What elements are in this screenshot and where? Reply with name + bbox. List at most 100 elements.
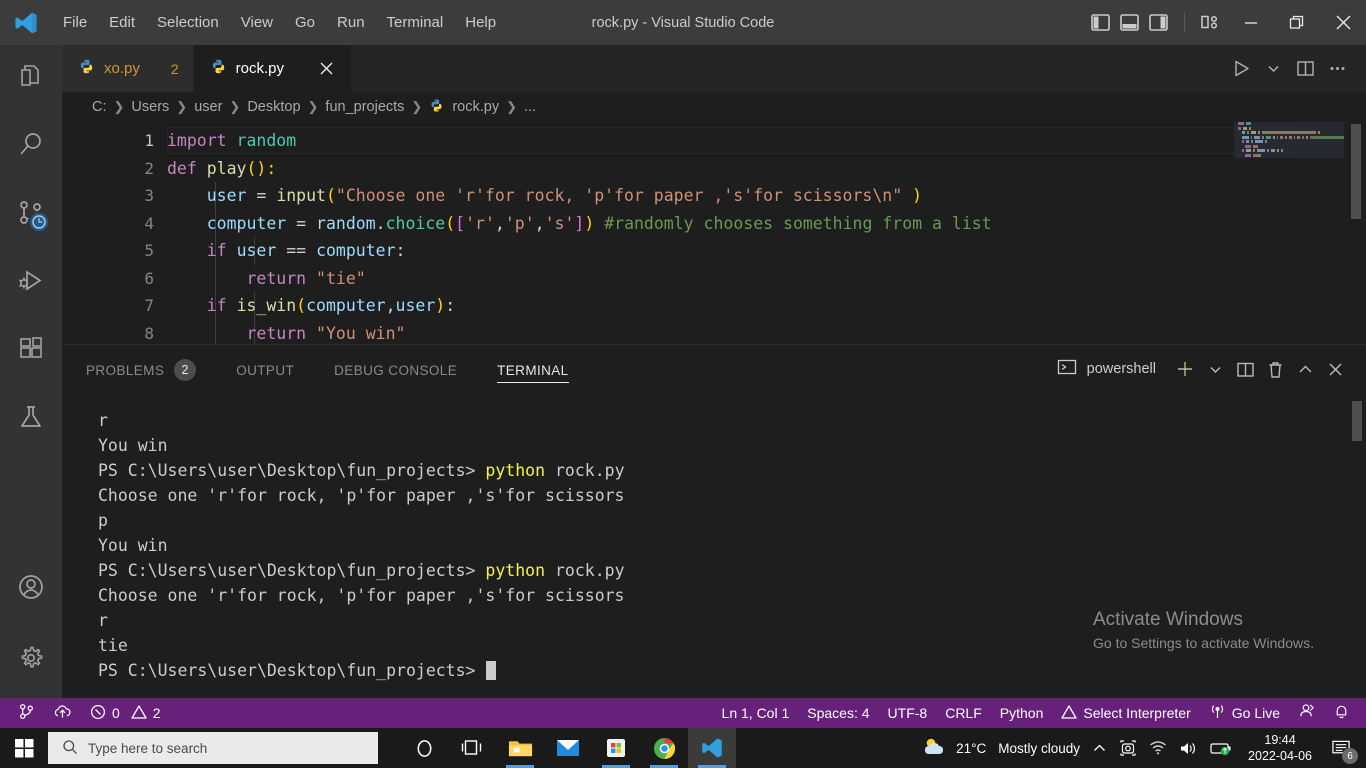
status-language-mode[interactable]: Python	[991, 698, 1053, 728]
start-button[interactable]	[0, 728, 48, 768]
weather-widget[interactable]: 21°C Mostly cloudy	[916, 728, 1086, 768]
cortana-icon[interactable]	[400, 728, 448, 768]
toggle-panel-icon[interactable]	[1118, 12, 1140, 34]
task-view-icon[interactable]	[448, 728, 496, 768]
chrome-icon[interactable]	[640, 728, 688, 768]
more-actions-icon[interactable]	[1322, 54, 1352, 84]
close-panel-icon[interactable]	[1320, 354, 1350, 384]
restore-button[interactable]	[1274, 0, 1320, 45]
menu-view[interactable]: View	[230, 9, 284, 37]
breadcrumb-item[interactable]: C:	[90, 99, 109, 115]
code-line[interactable]: 1 import random	[62, 127, 1366, 155]
show-hidden-icons[interactable]	[1086, 728, 1113, 768]
panel-tab-problems[interactable]: PROBLEMS 2	[86, 345, 197, 393]
minimap-slider[interactable]	[1234, 122, 1344, 158]
taskbar-search-input[interactable]: Type here to search	[48, 732, 378, 764]
search-placeholder: Type here to search	[88, 740, 208, 756]
split-editor-icon[interactable]	[1290, 54, 1320, 84]
toggle-primary-sidebar-icon[interactable]	[1089, 12, 1111, 34]
new-terminal-dropdown-icon[interactable]	[1200, 354, 1230, 384]
notification-center-icon[interactable]: 6	[1322, 728, 1360, 768]
camera-icon[interactable]	[1113, 728, 1143, 768]
sidebar-item-extensions[interactable]	[0, 317, 62, 385]
sidebar-item-search[interactable]	[0, 113, 62, 181]
menu-edit[interactable]: Edit	[98, 9, 146, 37]
vscode-taskbar-icon[interactable]	[688, 728, 736, 768]
code-line[interactable]: 7 if is_win(computer,user):	[62, 292, 1366, 320]
sidebar-item-run-and-debug[interactable]	[0, 249, 62, 317]
status-notifications[interactable]	[1324, 698, 1366, 728]
network-icon[interactable]	[1143, 728, 1173, 768]
menu-run[interactable]: Run	[326, 9, 376, 37]
store-icon[interactable]	[592, 728, 640, 768]
split-terminal-icon[interactable]	[1230, 354, 1260, 384]
customize-layout-icon[interactable]	[1200, 12, 1222, 34]
panel-tab-debug-console[interactable]: DEBUG CONSOLE	[334, 345, 457, 393]
run-dropdown-icon[interactable]	[1258, 54, 1288, 84]
minimap[interactable]	[1234, 122, 1344, 344]
status-go-live[interactable]: Go Live	[1200, 698, 1289, 728]
kill-terminal-icon[interactable]	[1260, 354, 1290, 384]
status-remote-branch[interactable]	[0, 698, 44, 728]
breadcrumb-item[interactable]: ...	[522, 99, 538, 115]
tab-rock-py[interactable]: rock.py	[193, 45, 353, 92]
code-line[interactable]: 4 computer = random.choice(['r','p','s']…	[62, 210, 1366, 238]
status-encoding[interactable]: UTF-8	[879, 698, 937, 728]
sidebar-item-source-control[interactable]	[0, 181, 62, 249]
status-cursor-position[interactable]: Ln 1, Col 1	[713, 698, 799, 728]
menu-help[interactable]: Help	[454, 9, 507, 37]
code-line[interactable]: 8 return "You win"	[62, 320, 1366, 345]
status-bar-right: Ln 1, Col 1 Spaces: 4 UTF-8 CRLF Python …	[713, 698, 1366, 728]
mail-icon[interactable]	[544, 728, 592, 768]
file-explorer-icon[interactable]	[496, 728, 544, 768]
terminal-shell-selector[interactable]: powershell	[1057, 357, 1156, 382]
terminal-cursor	[486, 661, 497, 680]
interpreter-label: Select Interpreter	[1083, 705, 1191, 721]
tab-close-icon[interactable]	[315, 58, 337, 80]
status-feedback[interactable]	[1289, 698, 1324, 728]
status-eol[interactable]: CRLF	[936, 698, 991, 728]
panel-tab-terminal[interactable]: TERMINAL	[497, 345, 570, 393]
status-sync[interactable]	[44, 698, 81, 728]
panel-tab-output[interactable]: OUTPUT	[236, 345, 294, 393]
editor-scrollbar[interactable]	[1351, 124, 1361, 219]
code-line[interactable]: 6 return "tie"	[62, 265, 1366, 293]
code-text: return "You win"	[246, 323, 406, 343]
code-line[interactable]: 2 def play():	[62, 155, 1366, 183]
terminal-scrollbar[interactable]	[1352, 401, 1362, 441]
battery-icon[interactable]	[1204, 728, 1238, 768]
sidebar-item-testing[interactable]	[0, 385, 62, 453]
status-select-interpreter[interactable]: Select Interpreter	[1052, 698, 1199, 728]
code-editor[interactable]: 1 import random 2 def play(): 3 user = input…	[62, 122, 1366, 344]
maximize-panel-icon[interactable]	[1290, 354, 1320, 384]
breadcrumb-item[interactable]: user	[192, 99, 224, 115]
code-line[interactable]: 5 if user == computer:	[62, 237, 1366, 265]
breadcrumb: C: ❯ Users ❯ user ❯ Desktop ❯ fun_projec…	[62, 92, 1366, 122]
sidebar-item-explorer[interactable]	[0, 45, 62, 113]
account-icon	[16, 572, 46, 607]
terminal-output[interactable]: r You win PS C:\Users\user\Desktop\fun_pro…	[62, 393, 1366, 698]
taskbar-clock[interactable]: 19:44 2022-04-06	[1238, 732, 1322, 764]
volume-icon[interactable]	[1173, 728, 1204, 768]
minimize-button[interactable]	[1228, 0, 1274, 45]
code-line[interactable]: 3 user = input("Choose one 'r'for rock, …	[62, 182, 1366, 210]
breadcrumb-item[interactable]: rock.py	[450, 99, 501, 115]
run-python-file-icon[interactable]	[1226, 54, 1256, 84]
sidebar-item-accounts[interactable]	[0, 555, 62, 623]
menu-go[interactable]: Go	[284, 9, 326, 37]
status-indentation[interactable]: Spaces: 4	[798, 698, 878, 728]
sidebar-item-manage[interactable]	[0, 623, 62, 698]
breadcrumb-item[interactable]: fun_projects	[323, 99, 406, 115]
toggle-secondary-sidebar-icon[interactable]	[1147, 12, 1169, 34]
breadcrumb-item[interactable]: Desktop	[245, 99, 302, 115]
line-number: 3	[144, 186, 154, 205]
close-button[interactable]	[1320, 0, 1366, 45]
menu-terminal[interactable]: Terminal	[376, 9, 455, 37]
new-terminal-icon[interactable]	[1170, 354, 1200, 384]
menu-file[interactable]: File	[52, 9, 98, 37]
status-problems[interactable]: 0 2	[81, 698, 170, 728]
tab-xo-py[interactable]: xo.py 2	[62, 45, 194, 92]
breadcrumb-item[interactable]: Users	[129, 99, 171, 115]
menu-selection[interactable]: Selection	[146, 9, 230, 37]
editor-actions	[1226, 45, 1366, 92]
